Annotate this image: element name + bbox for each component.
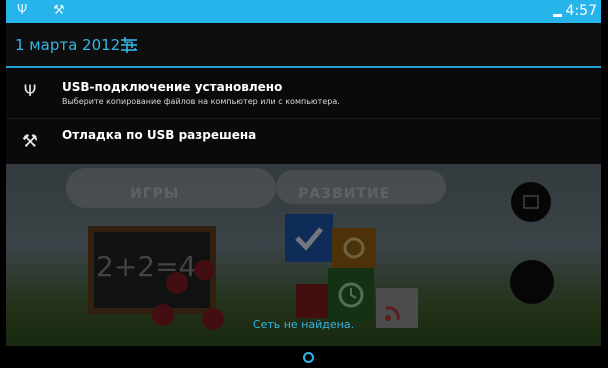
clock: 4:57 bbox=[565, 3, 597, 19]
navigation-bar bbox=[6, 346, 601, 368]
battery-icon bbox=[552, 5, 562, 17]
usb-icon: Ψ bbox=[23, 81, 37, 100]
android-screen: Ψ ⚒ 4:57 1 марта 2012 г. Ψ USB-подключен… bbox=[6, 0, 601, 368]
home-circle-icon[interactable] bbox=[303, 352, 314, 363]
notification-usb-debugging[interactable]: ⚒ Отладка по USB разрешена bbox=[6, 118, 601, 165]
status-right: 4:57 bbox=[552, 2, 597, 20]
debug-tools-icon: ⚒ bbox=[21, 131, 39, 152]
background-app: ИГРЫ РАЗВИТИЕ 2+2=4 Сеть не найдена. bbox=[6, 164, 601, 346]
notification-header: 1 марта 2012 г. bbox=[6, 23, 601, 66]
network-toast: Сеть не найдена. bbox=[252, 318, 355, 331]
notification-title: USB-подключение установлено bbox=[62, 80, 283, 94]
status-bar[interactable]: Ψ ⚒ 4:57 bbox=[6, 0, 601, 23]
sliders-icon[interactable] bbox=[120, 36, 138, 54]
debug-tools-icon: ⚒ bbox=[53, 3, 65, 18]
notification-usb-connected[interactable]: Ψ USB-подключение установлено Выберите к… bbox=[6, 68, 601, 118]
notification-title: Отладка по USB разрешена bbox=[62, 128, 257, 142]
notification-subtitle: Выберите копирование файлов на компьютер… bbox=[62, 97, 340, 106]
usb-icon: Ψ bbox=[17, 3, 28, 18]
